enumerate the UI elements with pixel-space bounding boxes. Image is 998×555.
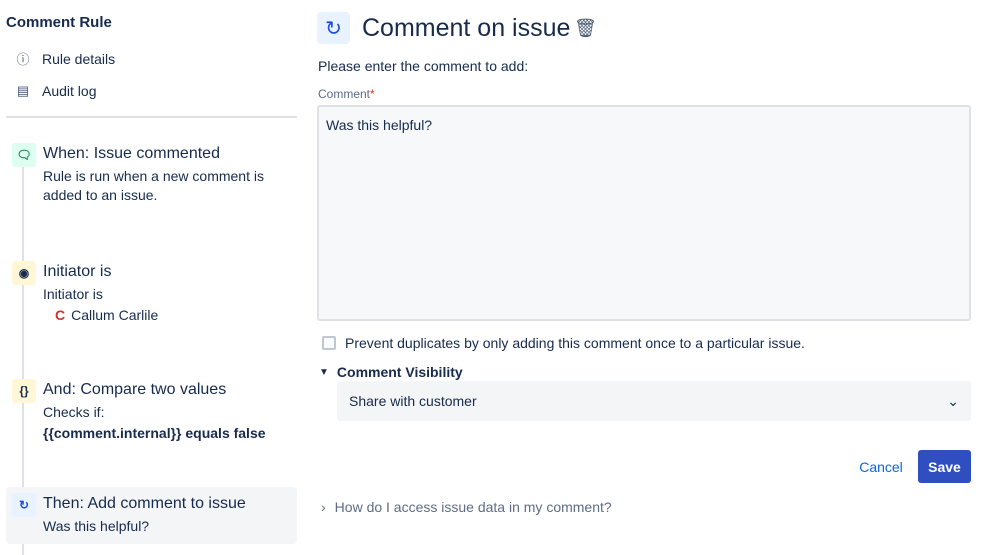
add-comment-icon: ↻ (317, 12, 350, 44)
nav-audit-log[interactable]: ▤ Audit log (16, 83, 97, 99)
step-desc: Rule is run when a new comment is added … (43, 168, 264, 203)
help-link[interactable]: › How do I access issue data in my commen… (321, 499, 612, 515)
braces-icon: {} (12, 379, 36, 403)
add-comment-icon: ↻ (12, 493, 36, 517)
comment-label: Comment* (318, 87, 375, 101)
info-icon: ⓘ (16, 52, 30, 67)
help-link-text: How do I access issue data in my comment… (334, 499, 612, 515)
step-desc: Initiator is (43, 286, 103, 302)
user-name: Callum Carlile (71, 307, 159, 323)
comment-input[interactable]: Was this helpful? (317, 105, 971, 321)
rule-title: Comment Rule (6, 14, 112, 31)
step-desc: Was this helpful? (43, 518, 150, 534)
cancel-button[interactable]: Cancel (850, 450, 912, 483)
step-title: When: Issue commented (43, 145, 220, 162)
step-condition[interactable]: {} And: Compare two values Checks if: {{… (6, 373, 297, 449)
step-action[interactable]: ↻ Then: Add comment to issue Was this he… (6, 487, 297, 544)
user-icon: ◉ (12, 261, 36, 285)
document-icon: ▤ (16, 83, 30, 98)
visibility-label: Comment Visibility (336, 364, 463, 380)
comment-icon: 🗨 (12, 143, 36, 167)
delete-icon[interactable]: 🗑 (574, 18, 597, 39)
step-title: Then: Add comment to issue (43, 495, 246, 512)
save-button[interactable]: Save (918, 450, 971, 483)
page-title: Comment on issue (362, 14, 571, 42)
chevron-right-icon: › (321, 499, 326, 515)
step-condition-text: {{comment.internal}} equals false (43, 425, 266, 441)
visibility-select[interactable]: Share with customer ⌄ (337, 381, 971, 421)
nav-label: Rule details (42, 50, 116, 67)
required-mark: * (370, 87, 375, 101)
visibility-toggle[interactable]: ▼ Comment Visibility (319, 364, 463, 381)
step-title: Initiator is (43, 263, 112, 280)
user-chip: C Callum Carlile (43, 306, 297, 325)
prevent-duplicates-label: Prevent duplicates by only adding this c… (345, 335, 805, 351)
nav-rule-details[interactable]: ⓘ Rule details (16, 49, 115, 68)
chevron-down-icon: ⌄ (947, 392, 959, 409)
label-text: Comment (318, 87, 371, 101)
step-trigger[interactable]: 🗨 When: Issue commented Rule is run when… (6, 137, 297, 211)
divider (6, 116, 297, 118)
chevron-down-icon: ▼ (319, 367, 329, 378)
instruction: Please enter the comment to add: (318, 58, 529, 74)
step-desc: Checks if: (43, 404, 105, 420)
avatar: C (55, 307, 66, 323)
step-initiator[interactable]: ◉ Initiator is Initiator is C Callum Carl… (6, 255, 297, 331)
step-title: And: Compare two values (43, 381, 227, 398)
visibility-value: Share with customer (349, 393, 477, 409)
nav-label: Audit log (42, 83, 97, 99)
prevent-duplicates-checkbox[interactable] (322, 336, 336, 350)
